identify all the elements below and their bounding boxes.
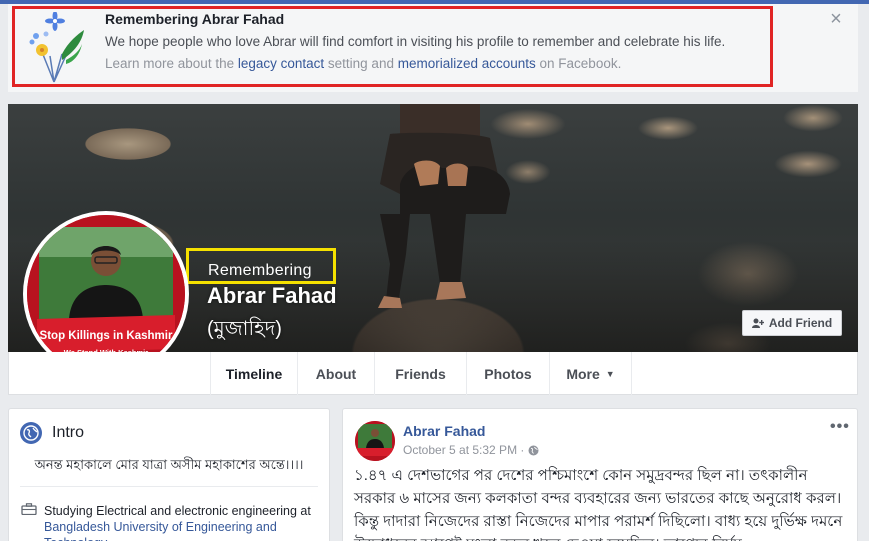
intro-title: Intro (52, 424, 85, 441)
post-meta: October 5 at 5:32 PM · (403, 443, 539, 457)
remembering-label: Remembering (208, 262, 312, 279)
tab-more-label: More (566, 365, 600, 382)
tab-more[interactable]: More ▼ (550, 352, 632, 395)
post-options-icon[interactable]: ••• (830, 418, 850, 436)
post-author-avatar[interactable] (355, 421, 395, 461)
intro-divider (20, 486, 318, 487)
profile-picture[interactable]: Stop Killings in Kashmir We Stand With K… (27, 215, 185, 373)
profile-name[interactable]: Abrar Fahad (207, 283, 337, 309)
tab-about[interactable]: About (298, 352, 375, 395)
education-prefix: Studying Electrical and electronic engin… (44, 504, 311, 518)
profile-picture-image: Stop Killings in Kashmir We Stand With K… (27, 215, 185, 373)
briefcase-icon (21, 503, 37, 515)
tab-friends[interactable]: Friends (375, 352, 467, 395)
globe-icon (20, 422, 42, 444)
profile-alternate-name: (মুজাহিদ) (207, 318, 282, 340)
tab-photos[interactable]: Photos (467, 352, 550, 395)
post-body: ১.৪৭ এ দেশভাগের পর দেশের পশ্চিমাংশে কোন … (354, 467, 843, 541)
education-entry: Studying Electrical and electronic engin… (44, 503, 319, 541)
university-link[interactable]: Bangladesh University of Engineering and… (44, 520, 277, 541)
post-timestamp[interactable]: October 5 at 5:32 PM · (403, 443, 524, 457)
add-friend-button[interactable]: Add Friend (742, 310, 842, 336)
avatar-caption-1: Stop Killings in Kashmir (40, 330, 173, 342)
tab-timeline[interactable]: Timeline (210, 352, 298, 395)
banner-highlight-box (12, 6, 773, 87)
public-globe-icon (528, 445, 539, 455)
cover-person-image (378, 104, 510, 308)
add-friend-label: Add Friend (768, 316, 833, 330)
add-friend-icon (751, 318, 764, 328)
chevron-down-icon: ▼ (605, 368, 615, 379)
post-author-name[interactable]: Abrar Fahad (403, 423, 485, 439)
close-icon[interactable]: × (826, 9, 846, 29)
intro-bio: অনন্ত মহাকালে মোর যাত্রা অসীম মহাকাশের অ… (34, 457, 304, 472)
